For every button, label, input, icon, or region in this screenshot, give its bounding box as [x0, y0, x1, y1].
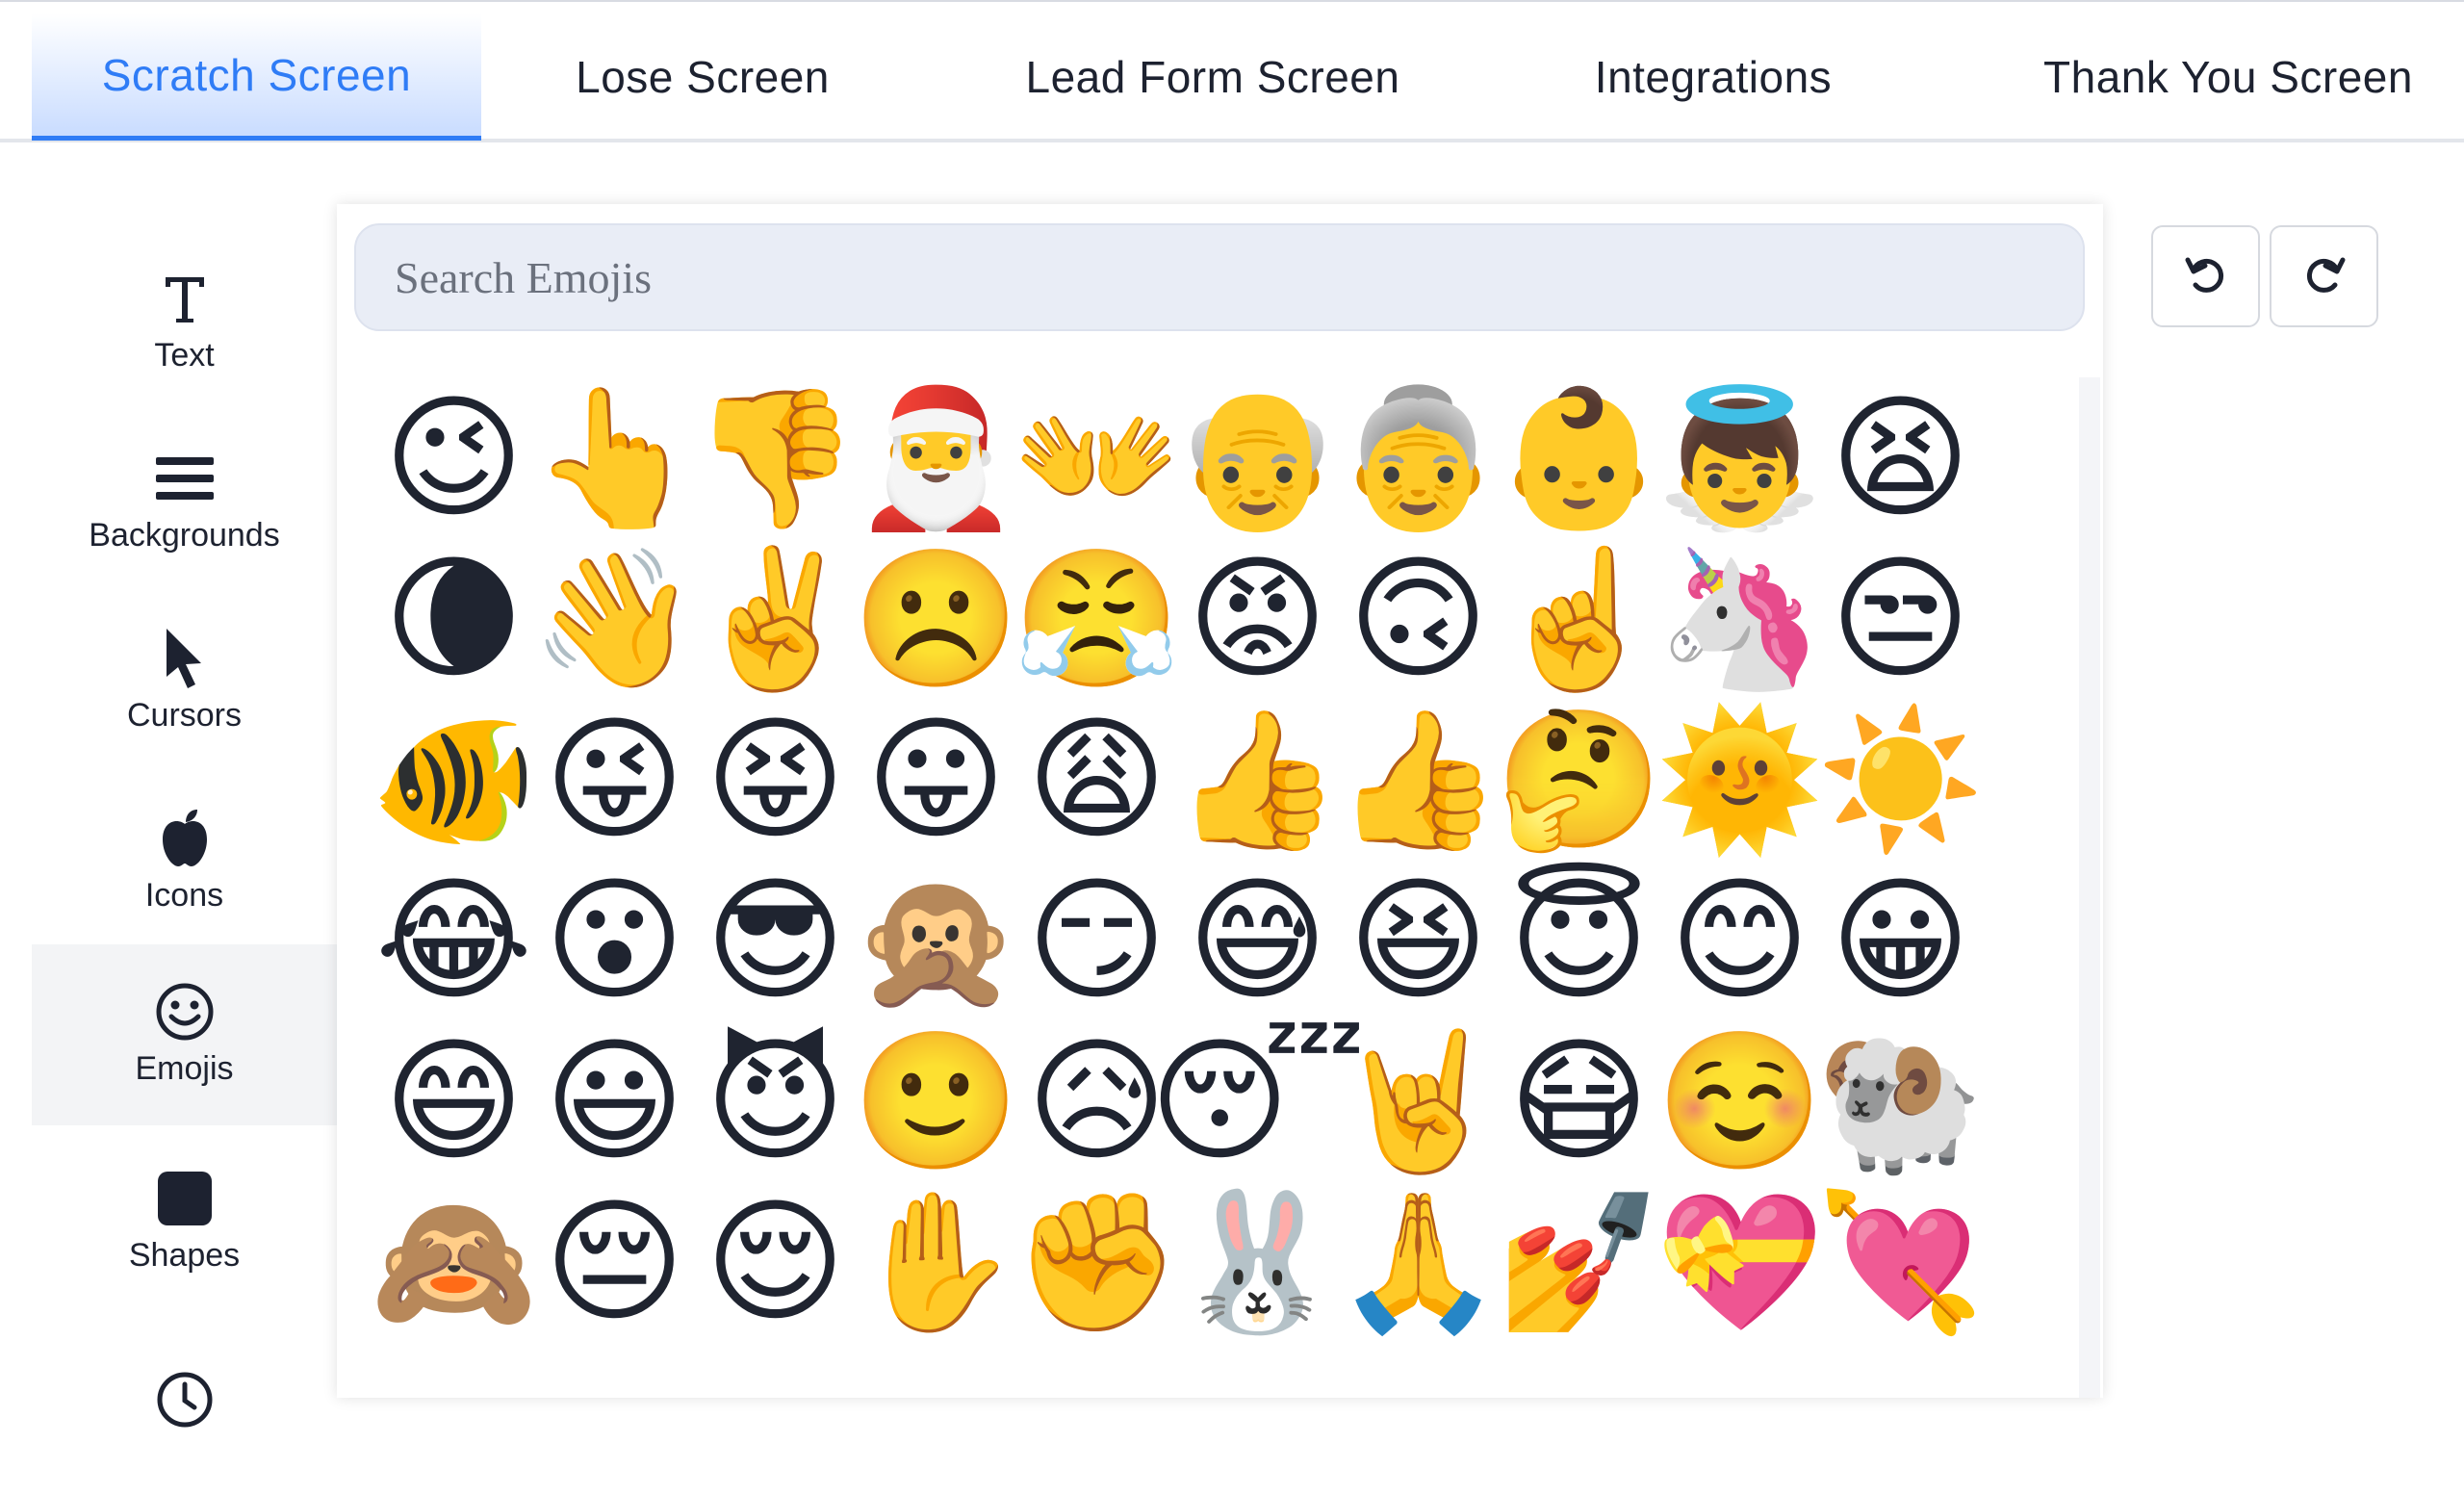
- search-emojis-input[interactable]: [354, 223, 2085, 331]
- emoji-item[interactable]: 😩: [1016, 699, 1177, 860]
- sidebar-item-backgrounds[interactable]: Backgrounds: [32, 411, 337, 592]
- emoji-item[interactable]: 🐰: [1173, 1181, 1341, 1342]
- emoji-item[interactable]: 👶: [1495, 377, 1662, 538]
- sidebar-item-emojis[interactable]: Emojis: [32, 944, 337, 1125]
- apple-icon: [159, 809, 211, 867]
- sidebar-item-label: Cursors: [126, 696, 243, 734]
- emoji-item[interactable]: 😄: [373, 1020, 534, 1181]
- sidebar-item-label: Icons: [144, 876, 224, 914]
- emoji-item[interactable]: 🙈: [370, 1181, 537, 1342]
- emoji-item[interactable]: 😊: [1659, 860, 1820, 1020]
- emoji-item[interactable]: 😇: [1499, 860, 1659, 1020]
- emoji-item[interactable]: 👎: [691, 377, 859, 538]
- emoji-item[interactable]: 🙃: [1338, 538, 1499, 699]
- text-icon: [162, 270, 208, 327]
- emoji-item[interactable]: 😒: [1820, 538, 1981, 699]
- emoji-item[interactable]: 💘: [1816, 1181, 1984, 1342]
- emoji-item[interactable]: 😅: [1177, 860, 1338, 1020]
- sidebar-item-text[interactable]: Text: [32, 231, 337, 412]
- screen-tab-bar: Scratch Screen Lose Screen Lead Form Scr…: [0, 0, 2464, 142]
- sidebar-item-label: Text: [154, 336, 215, 374]
- emoji-item[interactable]: 💅: [1495, 1181, 1662, 1342]
- emoji-item[interactable]: 🙏: [1334, 1181, 1502, 1342]
- emoji-item[interactable]: ☝️: [1495, 538, 1662, 699]
- emoji-item[interactable]: 😜: [534, 699, 695, 860]
- undo-button[interactable]: [2151, 225, 2260, 327]
- emoji-grid: 😉 👆 👎 🎅 👐 👴 👵 👶 👼 😫 🌘 👋 ✌️ ☹️ 😤 😡 🙃 ☝️ 🦄 😒 🐠 😜 😝 😛 😩 👍 👍 🤔 🌞 ☀️ 😂 😮 😎 🙊 😏 😅…: [370, 377, 2010, 1342]
- tab-lose-screen[interactable]: Lose Screen: [539, 13, 866, 141]
- emoji-item[interactable]: 😮: [534, 860, 695, 1020]
- tab-thank-you-screen[interactable]: Thank You Screen: [2012, 13, 2445, 141]
- sidebar-item-shapes[interactable]: Shapes: [32, 1131, 337, 1312]
- emoji-item[interactable]: 👵: [1334, 377, 1502, 538]
- emoji-item[interactable]: 👴: [1173, 377, 1341, 538]
- redo-button[interactable]: [2270, 225, 2378, 327]
- emoji-item[interactable]: 😛: [856, 699, 1016, 860]
- emoji-item[interactable]: 😂: [373, 860, 534, 1020]
- emoji-item[interactable]: 😈: [695, 1020, 856, 1181]
- emoji-item[interactable]: 😡: [1177, 538, 1338, 699]
- tab-lead-form-screen[interactable]: Lead Form Screen: [982, 13, 1444, 141]
- emoji-item[interactable]: 👐: [1013, 377, 1180, 538]
- emoji-item[interactable]: ☀️: [1816, 699, 1984, 860]
- emoji-item[interactable]: 👋: [530, 538, 698, 699]
- sidebar-item-icons[interactable]: Icons: [32, 771, 337, 952]
- emoji-item[interactable]: 👍: [1173, 699, 1341, 860]
- emoji-item[interactable]: 😆: [1338, 860, 1499, 1020]
- emoji-item[interactable]: 😫: [1820, 377, 1981, 538]
- emoji-item[interactable]: 🐏: [1816, 1020, 1984, 1181]
- emoji-item[interactable]: 😔: [534, 1181, 695, 1342]
- emoji-item[interactable]: 🦄: [1656, 538, 1823, 699]
- emoji-item[interactable]: ✋: [852, 1181, 1019, 1342]
- emoji-item[interactable]: ✊: [1013, 1181, 1180, 1342]
- emoji-item[interactable]: 😏: [1016, 860, 1177, 1020]
- emoji-item[interactable]: 🐠: [370, 699, 537, 860]
- emoji-item[interactable]: 🙊: [852, 860, 1019, 1020]
- element-sidebar: Text Backgrounds Cursors Icons Emojis Sh…: [0, 193, 337, 1428]
- redo-icon: [2300, 250, 2348, 303]
- emoji-item[interactable]: 👼: [1656, 377, 1823, 538]
- sidebar-item-cursors[interactable]: Cursors: [32, 591, 337, 772]
- emoji-item[interactable]: 😎: [695, 860, 856, 1020]
- emoji-item[interactable]: 😀: [1820, 860, 1981, 1020]
- tab-scratch-screen[interactable]: Scratch Screen: [32, 13, 481, 141]
- smiley-icon: [155, 983, 215, 1041]
- emoji-item[interactable]: 😌: [695, 1181, 856, 1342]
- emoji-item[interactable]: 😷: [1499, 1020, 1659, 1181]
- emoji-item[interactable]: 🌘: [373, 538, 534, 699]
- emoji-item[interactable]: 👍: [1334, 699, 1502, 860]
- emoji-item[interactable]: 🤘: [1334, 1020, 1502, 1181]
- emoji-item[interactable]: 👆: [530, 377, 698, 538]
- cursor-icon: [161, 628, 209, 688]
- emoji-item[interactable]: ✌️: [691, 538, 859, 699]
- sidebar-item-label: Shapes: [128, 1236, 241, 1274]
- emoji-item[interactable]: 😃: [534, 1020, 695, 1181]
- sidebar-item-timer[interactable]: [32, 1314, 337, 1495]
- emoji-item[interactable]: ☺️: [1656, 1020, 1823, 1181]
- emoji-item[interactable]: 🎅: [852, 377, 1019, 538]
- emoji-item[interactable]: 🙂: [852, 1020, 1019, 1181]
- emoji-item[interactable]: ☹️: [852, 538, 1019, 699]
- sidebar-item-label: Emojis: [135, 1049, 234, 1087]
- square-icon: [157, 1170, 213, 1227]
- emoji-item[interactable]: 💝: [1656, 1181, 1823, 1342]
- emoji-item[interactable]: 😉: [373, 377, 534, 538]
- emoji-item[interactable]: 😤: [1013, 538, 1180, 699]
- tab-integrations[interactable]: Integrations: [1550, 13, 1877, 141]
- emoji-item[interactable]: 😴: [1149, 1020, 1366, 1181]
- undo-icon: [2182, 250, 2230, 303]
- emoji-item[interactable]: 🤔: [1495, 699, 1662, 860]
- emoji-item[interactable]: 🌞: [1656, 699, 1823, 860]
- clock-icon: [156, 1371, 214, 1429]
- sidebar-item-label: Backgrounds: [89, 516, 280, 554]
- menu-lines-icon: [154, 450, 216, 507]
- emoji-scrollbar[interactable]: [2079, 377, 2100, 1398]
- emoji-item[interactable]: 😝: [695, 699, 856, 860]
- emoji-picker-panel: 😉👆👎🎅👐👴👵👶👼😫🌘👋✌️☹️😤😡🙃☝️🦄😒🐠😜😝😛😩👍👍🤔🌞☀️😂😮😎🙊😏😅…: [337, 204, 2103, 1398]
